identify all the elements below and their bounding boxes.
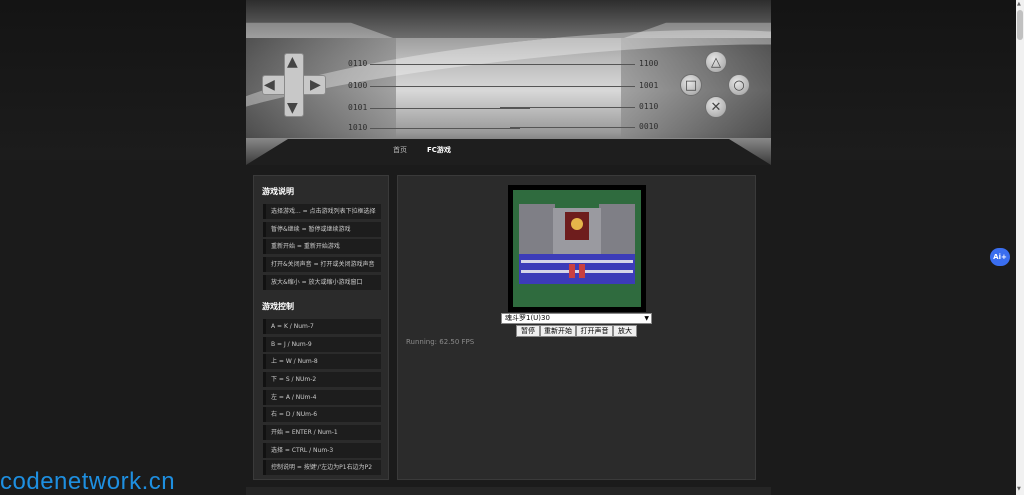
binary-left-1: 0110 xyxy=(348,59,368,68)
control-item: B = J / Num-9 xyxy=(263,337,381,352)
scrollbar[interactable] xyxy=(1016,0,1024,495)
circle-icon: ○ xyxy=(728,74,750,96)
binary-left-4: 1010 xyxy=(348,123,368,132)
game-select-dropdown[interactable]: 魂斗罗1(U)30 ▼ xyxy=(501,313,652,324)
instruction-item: 暂停&继续 = 暂停或继续游戏 xyxy=(263,222,381,237)
arrow-right-icon: ▶ xyxy=(310,77,321,93)
arrow-up-icon: ▲ xyxy=(287,54,298,70)
sound-toggle-button[interactable]: 打开声音 xyxy=(576,325,613,337)
instructions-title: 游戏说明 xyxy=(262,187,294,196)
scrollbar-thumb[interactable] xyxy=(1017,10,1023,40)
game-screen[interactable] xyxy=(508,185,646,312)
binary-right-1: 1100 xyxy=(639,59,659,68)
controls-title: 游戏控制 xyxy=(262,302,294,311)
binary-left-2: 0100 xyxy=(348,81,368,90)
ai-assistant-button[interactable]: Ai+ xyxy=(990,248,1010,266)
selected-game: 魂斗罗1(U)30 xyxy=(505,314,550,322)
arrow-left-icon: ◀ xyxy=(264,77,275,93)
binary-right-4: 0010 xyxy=(639,122,659,131)
control-item: 选择 = CTRL / Num-3 xyxy=(263,443,381,458)
square-icon: □ xyxy=(680,74,702,96)
chevron-down-icon: ▼ xyxy=(644,315,649,322)
fps-status: Running: 62.50 FPS xyxy=(406,338,475,346)
control-item: 左 = A / NUm-4 xyxy=(263,390,381,405)
restart-button[interactable]: 重新开始 xyxy=(540,325,576,337)
control-item: A = K / Num-7 xyxy=(263,319,381,334)
scroll-down-icon[interactable]: ▼ xyxy=(1017,486,1021,492)
nav-fc-games[interactable]: FC游戏 xyxy=(427,145,451,155)
instruction-item: 放大&缩小 = 放大或缩小游戏窗口 xyxy=(263,275,381,290)
cross-icon: ✕ xyxy=(705,96,727,118)
binary-right-2: 1001 xyxy=(639,81,659,90)
control-item: 下 = S / NUm-2 xyxy=(263,372,381,387)
nav-strip xyxy=(246,139,771,165)
zoom-button[interactable]: 放大 xyxy=(613,325,637,337)
binary-left-3: 0101 xyxy=(348,103,368,112)
instruction-item: 打开&关闭声音 = 打开或关闭游戏声音 xyxy=(263,257,381,272)
instruction-item: 重新开始 = 重新开始游戏 xyxy=(263,239,381,254)
instruction-item: 选择游戏... = 点击游戏列表下拉框选择 xyxy=(263,204,381,219)
sidebar-panel: 游戏说明 选择游戏... = 点击游戏列表下拉框选择 暂停&继续 = 暂停或继续… xyxy=(253,175,389,480)
triangle-icon: △ xyxy=(705,51,727,73)
scroll-up-icon[interactable]: ▲ xyxy=(1017,1,1021,7)
game-canvas[interactable] xyxy=(513,190,641,307)
watermark: codenetwork.cn xyxy=(0,468,176,495)
control-item: 右 = D / NUm-6 xyxy=(263,407,381,422)
arrow-down-icon: ▼ xyxy=(287,100,298,116)
dpad-graphic: ▲ ▼ ◀ ▶ xyxy=(262,53,326,117)
pause-button[interactable]: 暂停 xyxy=(516,325,540,337)
footer-bar xyxy=(246,487,771,495)
control-item: 上 = W / Num-8 xyxy=(263,354,381,369)
nav-home[interactable]: 首页 xyxy=(393,145,407,155)
binary-right-3: 0110 xyxy=(639,102,659,111)
control-item: 控制说明 = 按键'/'左边为P1右边为P2 xyxy=(263,460,381,475)
control-item: 开始 = ENTER / Num-1 xyxy=(263,425,381,440)
